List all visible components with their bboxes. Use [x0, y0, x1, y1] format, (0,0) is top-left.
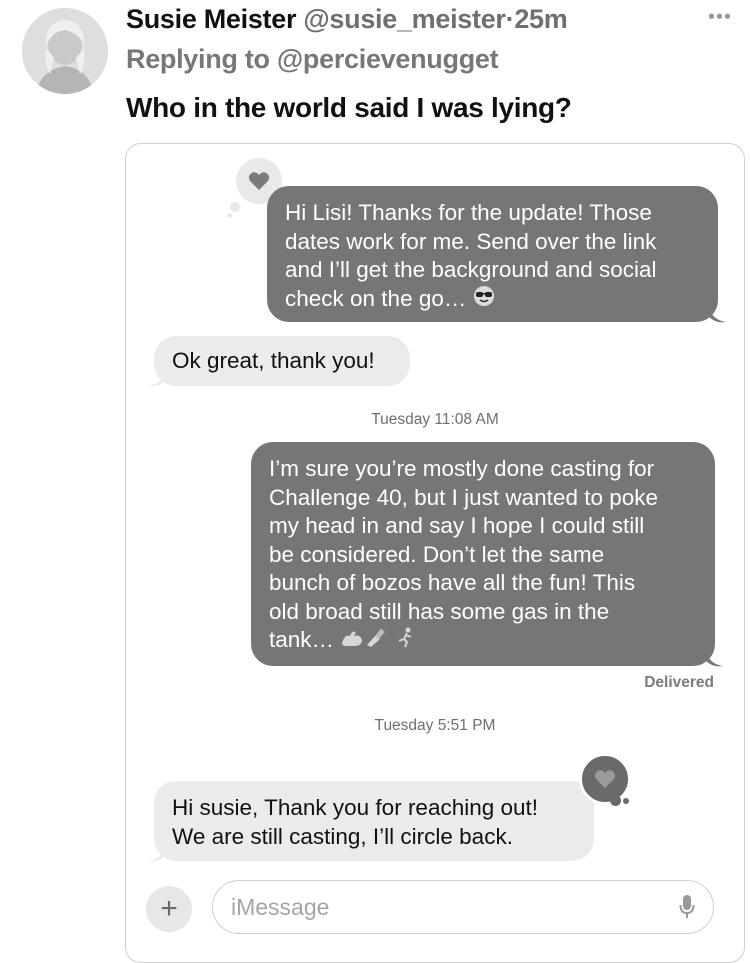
tweet-header: Susie Meister @susie_meister·25m [126, 2, 568, 36]
delivered-status: Delivered [644, 674, 714, 691]
tweet-text: Who in the world said I was lying? [126, 92, 572, 123]
imessage-input[interactable]: iMessage [212, 880, 714, 934]
reply-to-handle[interactable]: @percievenugget [277, 44, 499, 74]
add-attachment-button[interactable]: + [146, 886, 192, 932]
received-message-bubble[interactable]: Hi susie, Thank you for reaching out! We… [154, 781, 594, 861]
message-screenshot[interactable]: Hi Lisi! Thanks for the update! Those da… [125, 143, 745, 963]
tapback-tail-dot-small [623, 798, 629, 804]
sent-message-bubble[interactable]: I’m sure you’re mostly done casting for … [251, 442, 715, 666]
avatar[interactable] [22, 8, 108, 94]
reply-prefix: Replying to [126, 44, 270, 74]
more-options-icon[interactable]: ••• [708, 6, 732, 29]
bubble-tail [708, 306, 726, 323]
heart-icon [579, 753, 631, 805]
message-line: We are still casting, I’ll circle back. [172, 823, 513, 849]
received-message-bubble[interactable]: Ok great, thank you! [154, 336, 410, 386]
message-line: Hi Lisi! Thanks for the update! Those [285, 200, 652, 225]
message-line: and I’ll get the background and social [285, 257, 657, 282]
display-name[interactable]: Susie Meister [126, 4, 296, 34]
user-handle[interactable]: @susie_meister [303, 4, 506, 34]
tapback-tail-dot [610, 795, 621, 806]
running-emoji [395, 626, 417, 656]
message-line: tank… [269, 627, 335, 652]
sent-message-bubble[interactable]: Hi Lisi! Thanks for the update! Those da… [267, 186, 718, 322]
microphone-icon[interactable] [679, 894, 695, 926]
message-line: Challenge 40, but I just wanted to poke [269, 484, 659, 510]
sunglasses-emoji [473, 285, 495, 315]
tapback-tail-dot [230, 202, 240, 212]
message-line: check on the go… [285, 285, 467, 311]
message-line: dates work for me. Send over the link [285, 228, 657, 254]
tapback-tail-dot-small [227, 213, 232, 218]
message-timestamp: Tuesday 5:51 PM [374, 717, 496, 734]
nail-polish-emoji [364, 626, 388, 656]
message-line: be considered. Don’t let the same [269, 541, 605, 567]
message-line: I’m sure you’re mostly done casting for [269, 456, 655, 481]
message-line: old broad still has some gas in the [269, 598, 610, 624]
replying-to: Replying to @percievenugget [126, 42, 499, 76]
tweet-time[interactable]: 25m [514, 4, 567, 34]
message-line: bunch of bozos have all the fun! This [269, 570, 636, 595]
bubble-tail [148, 370, 166, 387]
bubble-tail [148, 845, 166, 862]
flexed-biceps-emoji [340, 626, 364, 656]
message-text: Ok great, thank you! [172, 348, 375, 373]
bubble-tail [705, 650, 723, 667]
message-timestamp: Tuesday 11:08 AM [371, 411, 499, 428]
message-line: my head in and say I hope I could still [269, 513, 645, 538]
message-line: Hi susie, Thank you for reaching out! [172, 795, 539, 820]
input-placeholder: iMessage [231, 893, 330, 920]
